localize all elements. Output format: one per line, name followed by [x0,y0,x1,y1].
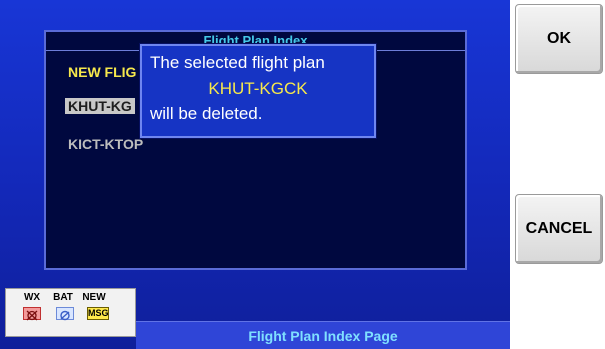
new-message-status-label: NEW [82,292,106,303]
weather-radar-icon [23,307,41,321]
delete-confirmation-dialog: The selected flight plan KHUT-KGCK will … [140,44,376,138]
flight-plan-item-khut-kgck[interactable]: KHUT-KG [65,98,135,114]
cancel-button[interactable]: CANCEL [515,194,603,264]
dialog-flight-plan-name: KHUT-KGCK [208,79,308,98]
ok-button[interactable]: OK [515,4,603,74]
dialog-message-line-3: will be deleted. [150,104,263,123]
flight-plan-item-kict-ktop[interactable]: KICT-KTOP [68,136,143,152]
dialog-message-line-1: The selected flight plan [150,53,325,72]
battery-disabled-icon [56,307,74,321]
flight-plan-item-new[interactable]: NEW FLIG [68,64,136,80]
battery-status-label: BAT [53,292,73,303]
status-indicator-panel: WX BAT NEW MSG [5,288,136,337]
page-title: Flight Plan Index Page [136,321,510,349]
message-icon[interactable]: MSG [87,307,109,320]
wx-status-label: WX [23,292,41,303]
